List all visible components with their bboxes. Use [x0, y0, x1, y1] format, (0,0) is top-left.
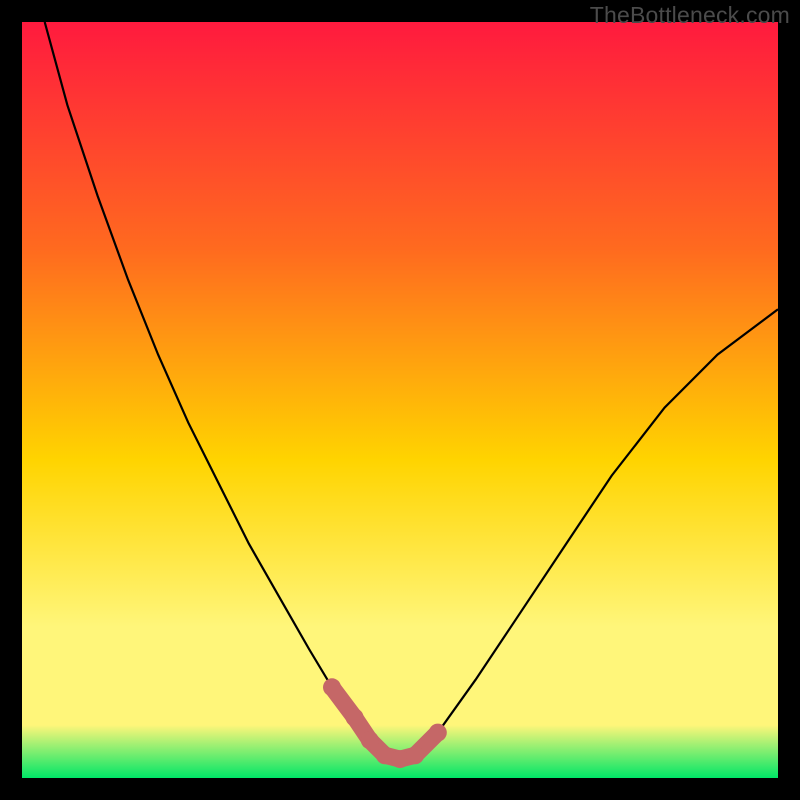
chart-svg — [22, 22, 778, 778]
highlight-dot — [346, 709, 364, 727]
watermark-text: TheBottleneck.com — [590, 2, 790, 29]
chart-frame: TheBottleneck.com — [0, 0, 800, 800]
highlight-dot — [429, 724, 447, 742]
highlight-dot — [406, 746, 424, 764]
highlight-dot — [323, 678, 341, 696]
gradient-background — [22, 22, 778, 778]
highlight-dot — [376, 746, 394, 764]
highlight-dot — [361, 731, 379, 749]
plot-area — [22, 22, 778, 778]
highlight-dot — [391, 750, 409, 768]
